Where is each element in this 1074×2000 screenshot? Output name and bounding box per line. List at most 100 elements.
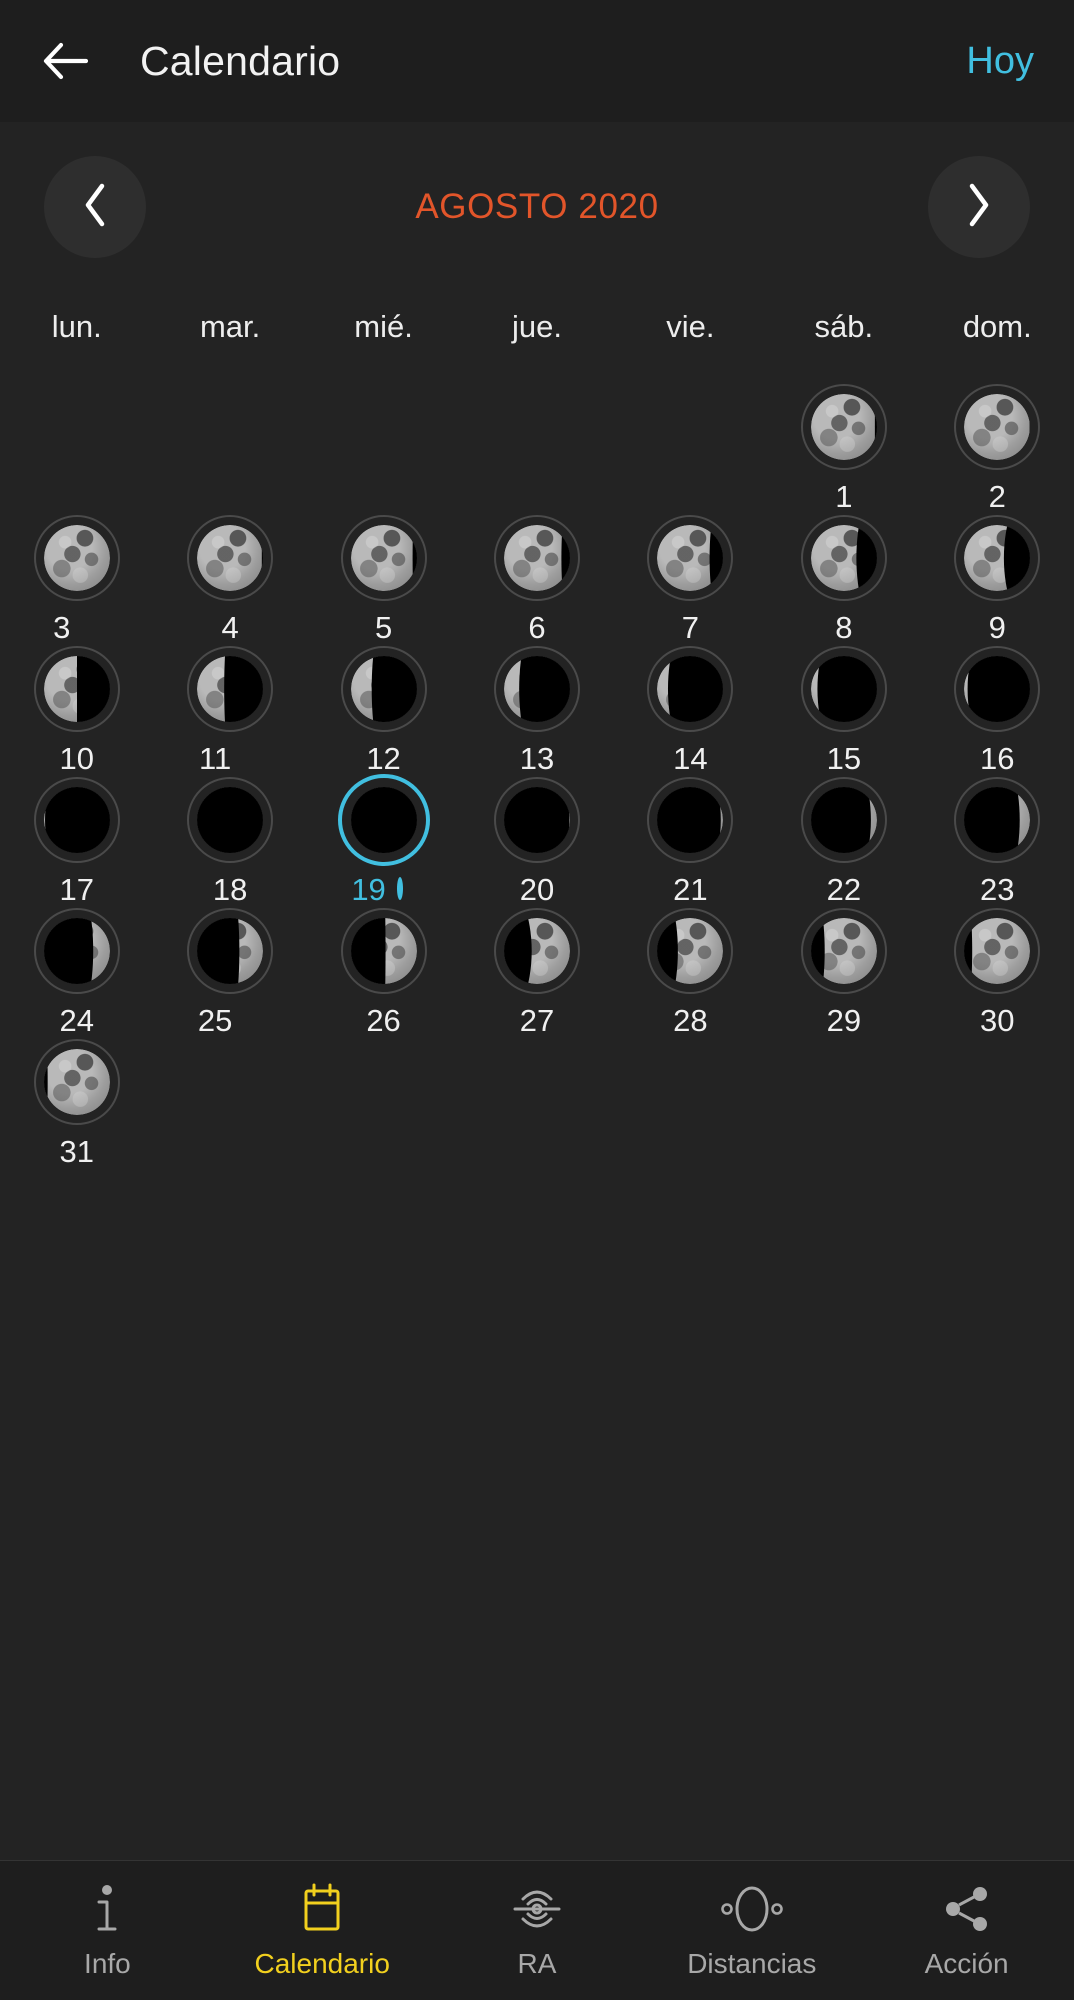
day-number: 15 [826, 740, 862, 776]
moon-holder [187, 908, 274, 994]
moon-phase-disc [657, 787, 724, 853]
bottom-nav-item-distancias[interactable]: Distancias [644, 1861, 859, 2000]
moon-shadow-half [657, 918, 690, 984]
calendar-day-cell-11[interactable]: 11 [153, 646, 306, 777]
moon-phase-disc [964, 394, 1031, 460]
day-label-row: 3 [53, 609, 100, 645]
calendar-day-cell-25[interactable]: 25 [153, 908, 306, 1039]
calendar-empty-cell [0, 384, 153, 515]
day-label-row: 21 [673, 871, 707, 907]
calendar-day-cell-29[interactable]: 29 [767, 908, 920, 1039]
day-number: 2 [988, 478, 1006, 514]
moon-terminator [964, 656, 998, 722]
calendar-day-cell-6[interactable]: 6 [460, 515, 613, 646]
next-month-button[interactable] [928, 156, 1030, 258]
moon-phase-disc [964, 656, 1031, 722]
moon-terminator [843, 787, 877, 853]
day-number: 25 [197, 1002, 233, 1038]
calendar-empty-cell [460, 384, 613, 515]
calendar-empty-cell [614, 384, 767, 515]
calendar-day-cell-27[interactable]: 27 [460, 908, 613, 1039]
calendar-day-cell-18[interactable]: 18 [153, 777, 306, 908]
calendar-day-cell-3[interactable]: 3 [0, 515, 153, 646]
day-number: 8 [835, 609, 853, 645]
calendar-day-cell-4[interactable]: 4 [153, 515, 306, 646]
day-label-row: 11 [199, 740, 261, 776]
day-number: 18 [212, 871, 248, 907]
calendar-day-cell-7[interactable]: 7 [614, 515, 767, 646]
calendar-day-cell-21[interactable]: 21 [614, 777, 767, 908]
moon-phase-disc [350, 787, 417, 853]
calendar-day-cell-17[interactable]: 17 [0, 777, 153, 908]
moon-shadow-half [964, 918, 997, 984]
bottom-nav-item-calendario[interactable]: Calendario [215, 1861, 430, 2000]
day-label-row: 5 [375, 609, 392, 645]
weekday-label-5: sáb. [814, 309, 874, 344]
calendar-day-cell-12[interactable]: 12 [307, 646, 460, 777]
day-label-row: 17 [59, 871, 93, 907]
moon-holder [800, 908, 887, 994]
calendar-day-cell-15[interactable]: 15 [767, 646, 920, 777]
calendar-day-cell-9[interactable]: 9 [921, 515, 1074, 646]
calendar-day-cell-19[interactable]: 19 [307, 774, 460, 908]
moon-holder [493, 908, 580, 994]
day-label-row: 10 [59, 740, 93, 776]
day-number: 30 [980, 1002, 1015, 1038]
moon-shadow-half [230, 525, 264, 591]
today-button[interactable]: Hoy [966, 40, 1040, 83]
calendar-day-cell-2[interactable]: 2 [921, 384, 1074, 515]
moon-terminator [504, 656, 537, 722]
weekday-label-3: jue. [512, 309, 562, 344]
weekday-label-6: dom. [962, 309, 1032, 344]
calendar-day-cell-20[interactable]: 20 [460, 777, 613, 908]
month-year-label: AGOSTO 2020 [415, 187, 659, 226]
calendar-day-cell-23[interactable]: 23 [921, 777, 1074, 908]
moon-phase-disc [43, 525, 110, 591]
calendar-day-cell-31[interactable]: 31 [0, 1039, 153, 1170]
bottom-nav-label: Calendario [254, 1948, 390, 1979]
arrow-left-icon [42, 42, 88, 80]
moon-calendar-app: Calendario Hoy AGOSTO 2020 lun. mar. mié. j… [0, 0, 1074, 2000]
calendar-day-cell-8[interactable]: 8 [767, 515, 920, 646]
full-moon-marker-icon [81, 618, 100, 637]
calendar-day-cell-5[interactable]: 5 [307, 515, 460, 646]
moon-phase-disc [503, 525, 570, 591]
month-navigation: AGOSTO 2020 [0, 122, 1074, 292]
moon-shadow-half [997, 525, 1031, 591]
day-label-row: 18 [213, 871, 247, 907]
moon-phase-disc [964, 787, 1031, 853]
calendar-day-cell-26[interactable]: 26 [307, 908, 460, 1039]
moon-shadow-half [844, 525, 877, 591]
back-button[interactable] [34, 30, 96, 92]
moon-shadow-half [537, 525, 570, 591]
bottom-nav-item-accin[interactable]: Acción [859, 1861, 1074, 2000]
moon-phase-disc [43, 918, 110, 984]
moon-phase-disc [197, 656, 264, 722]
calendar-day-cell-30[interactable]: 30 [921, 908, 1074, 1039]
calendar-day-cell-1[interactable]: 1 [767, 384, 920, 515]
bottom-nav-label: Info [84, 1948, 131, 1979]
moon-terminator [997, 787, 1030, 853]
calendar-day-cell-13[interactable]: 13 [460, 646, 613, 777]
moon-holder [337, 774, 430, 866]
moon-holder [340, 908, 427, 994]
day-number: 14 [673, 740, 708, 776]
calendar-day-cell-10[interactable]: 10 [0, 646, 153, 777]
calendar-day-cell-16[interactable]: 16 [921, 646, 1074, 777]
moon-shadow-half [964, 787, 998, 853]
bottom-nav-item-info[interactable]: Info [0, 1861, 215, 2000]
moon-phase-disc [657, 525, 724, 591]
moon-phase-disc [197, 525, 264, 591]
calendar-day-cell-22[interactable]: 22 [767, 777, 920, 908]
day-number: 5 [374, 609, 393, 645]
calendar-day-cell-24[interactable]: 24 [0, 908, 153, 1039]
moon-holder [33, 646, 120, 732]
day-number: 24 [59, 1002, 94, 1038]
calendar-empty-cell [153, 384, 306, 515]
calendar-day-cell-28[interactable]: 28 [614, 908, 767, 1039]
moon-phase-disc [503, 918, 570, 984]
bottom-nav-label: Acción [924, 1948, 1009, 1979]
moon-terminator [351, 656, 384, 722]
bottom-nav-item-ra[interactable]: RA [430, 1861, 645, 2000]
calendar-day-cell-14[interactable]: 14 [614, 646, 767, 777]
